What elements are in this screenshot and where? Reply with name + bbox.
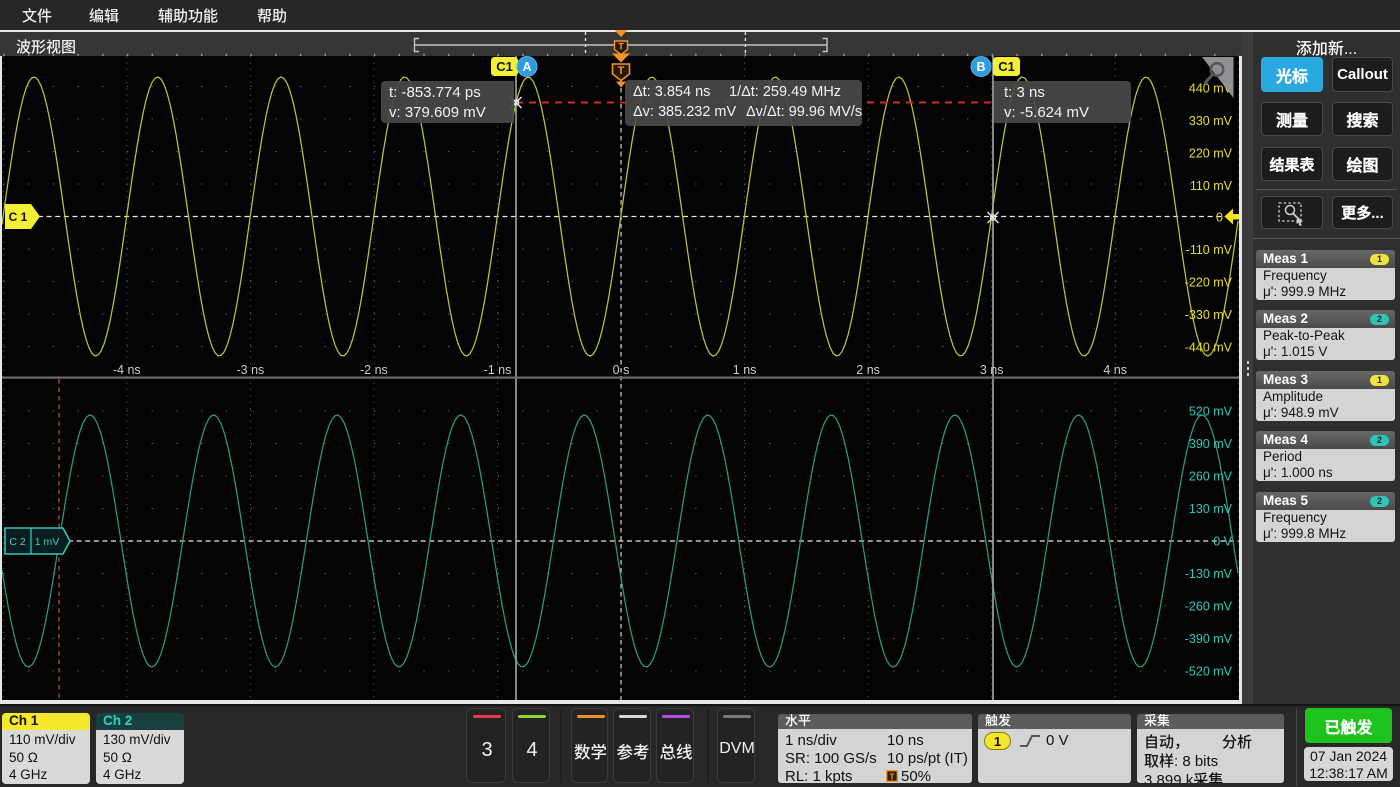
svg-text:-1 ns: -1 ns	[484, 363, 512, 377]
svg-text:0 V: 0 V	[1213, 535, 1232, 549]
svg-text:C 1: C 1	[9, 210, 28, 224]
svg-text:330 mV: 330 mV	[1189, 114, 1233, 128]
svg-text:B: B	[976, 60, 985, 74]
svg-text:110 mV: 110 mV	[1190, 179, 1233, 193]
svg-text:T: T	[889, 771, 895, 781]
svg-text:-3 ns: -3 ns	[237, 363, 265, 377]
svg-text:T: T	[618, 65, 625, 77]
svg-text:-520 mV: -520 mV	[1185, 665, 1233, 679]
svg-text:-110 mV: -110 mV	[1186, 243, 1233, 257]
svg-text:0: 0	[1216, 211, 1223, 225]
svg-text:220 mV: 220 mV	[1189, 147, 1233, 161]
svg-text:-390 mV: -390 mV	[1185, 632, 1233, 646]
svg-text:1 mV: 1 mV	[35, 536, 60, 548]
svg-text:-440 mV: -440 mV	[1185, 341, 1233, 355]
svg-text:4 ns: 4 ns	[1103, 363, 1127, 377]
svg-text:0 s: 0 s	[613, 363, 630, 377]
svg-text:3 ns: 3 ns	[980, 363, 1004, 377]
svg-text:2 ns: 2 ns	[856, 363, 880, 377]
svg-text:520 mV: 520 mV	[1189, 405, 1233, 419]
svg-text:C 2: C 2	[9, 536, 26, 548]
svg-text:1 ns: 1 ns	[733, 363, 757, 377]
svg-text:130 mV: 130 mV	[1189, 502, 1233, 516]
svg-text:-260 mV: -260 mV	[1185, 600, 1233, 614]
svg-text:C1: C1	[496, 59, 513, 74]
svg-text:C1: C1	[998, 59, 1015, 74]
svg-text:-130 mV: -130 mV	[1185, 567, 1233, 581]
svg-text:-2 ns: -2 ns	[360, 363, 388, 377]
svg-text:A: A	[522, 60, 531, 74]
svg-text:-330 mV: -330 mV	[1185, 308, 1233, 322]
svg-text:390 mV: 390 mV	[1189, 437, 1233, 451]
svg-text:-220 mV: -220 mV	[1185, 276, 1233, 290]
svg-text:T: T	[618, 42, 624, 53]
svg-text:-4 ns: -4 ns	[113, 363, 141, 377]
svg-text:260 mV: 260 mV	[1189, 470, 1233, 484]
